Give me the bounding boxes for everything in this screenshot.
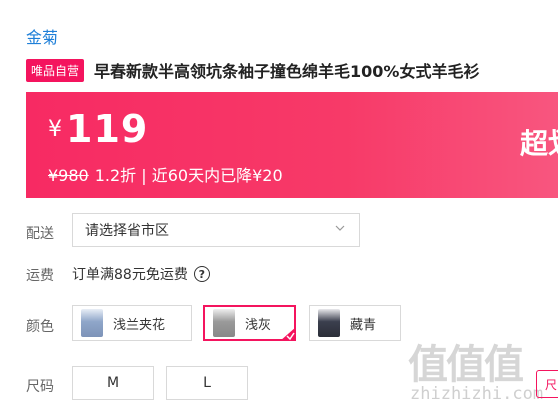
separator: | — [141, 166, 147, 185]
selected-check-icon — [280, 327, 296, 341]
region-select-placeholder: 请选择省市区 — [85, 223, 169, 239]
discount-rate: 1.2折 — [94, 166, 137, 185]
brand-link[interactable]: 金菊 — [26, 24, 58, 48]
delivery-label: 配送 — [26, 226, 54, 242]
color-option-label: 浅兰夹花 — [113, 317, 166, 333]
current-price: ¥ 119 — [48, 110, 148, 148]
color-option-light-blue[interactable]: 浅兰夹花 — [72, 305, 192, 341]
watermark-glyphs: 值值值 — [408, 342, 524, 388]
region-select[interactable]: 请选择省市区 — [72, 213, 360, 247]
color-label: 颜色 — [26, 319, 54, 335]
color-option-label: 藏青 — [350, 317, 377, 333]
product-title-row: 唯品自营 早春新款半高领坑条袖子撞色绵羊毛100%女式羊毛衫 — [26, 58, 479, 82]
shipping-text: 订单满88元免运费 — [72, 267, 188, 283]
size-label: 尺码 — [26, 379, 54, 395]
size-chart-button[interactable]: 尺 — [536, 370, 558, 398]
product-title: 早春新款半高领坑条袖子撞色绵羊毛100%女式羊毛衫 — [94, 62, 480, 81]
color-option-light-grey[interactable]: 浅灰 — [203, 305, 296, 341]
self-operated-badge: 唯品自营 — [26, 58, 85, 82]
chevron-down-icon — [335, 225, 345, 231]
color-thumbnail — [318, 309, 340, 337]
price-subline: ¥980 1.2折 | 近60天内已降¥20 — [48, 162, 283, 186]
color-option-navy[interactable]: 藏青 — [309, 305, 401, 341]
shipping-info: 订单满88元免运费 ? — [72, 264, 210, 284]
help-icon[interactable]: ? — [193, 266, 210, 282]
size-option-m[interactable]: M — [72, 366, 154, 400]
color-thumbnail — [213, 309, 235, 337]
price-drop-note: 近60天内已降¥20 — [151, 166, 283, 185]
original-price: ¥980 — [48, 166, 89, 185]
currency-symbol: ¥ — [48, 117, 62, 142]
size-option-l[interactable]: L — [166, 366, 248, 400]
color-thumbnail — [81, 309, 103, 337]
price-amount: 119 — [66, 107, 149, 151]
shipping-label: 运费 — [26, 268, 54, 284]
color-option-label: 浅灰 — [245, 317, 272, 333]
promo-tag: 超划 — [520, 127, 558, 160]
watermark-domain: zhizhizhi.com — [410, 384, 544, 404]
price-banner: ¥ 119 ¥980 1.2折 | 近60天内已降¥20 超划 — [26, 92, 558, 198]
